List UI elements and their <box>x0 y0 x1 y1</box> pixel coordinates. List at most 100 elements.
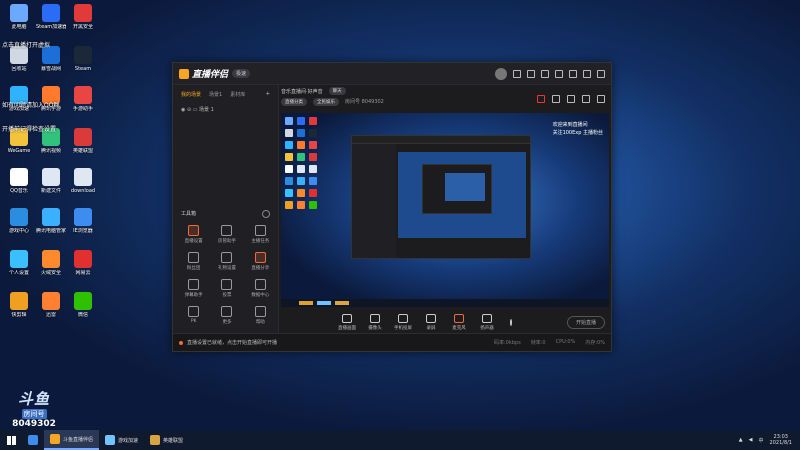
tool-button[interactable]: 粉丝团 <box>177 252 210 271</box>
source-button[interactable]: 扬声器 <box>477 313 497 331</box>
ime-icon[interactable]: 中 <box>759 437 764 444</box>
tool-label: 粉丝团 <box>186 266 201 271</box>
bell-icon[interactable] <box>582 95 590 103</box>
title-bar[interactable]: 直播伴侣 极速 <box>173 63 611 85</box>
desktop-icon[interactable]: 游戏中心 <box>4 208 34 234</box>
close-icon[interactable] <box>597 69 605 78</box>
preview-icon <box>285 141 293 149</box>
desktop-icon[interactable]: 新建文件 <box>36 168 66 194</box>
desktop-icon[interactable]: QQ音乐 <box>4 168 34 194</box>
avatar[interactable] <box>495 67 507 80</box>
preview-overlay: 欢迎来到直播间 关注100Exp 主播粉丝 <box>553 121 603 137</box>
desktop-icon[interactable]: 手游助手 <box>68 86 98 112</box>
lock-icon[interactable] <box>552 95 560 103</box>
desktop-icon[interactable]: download <box>68 168 98 194</box>
source-button[interactable]: 摄像头 <box>365 313 385 331</box>
watermark: 斗鱼 房间号 8049302 <box>6 388 62 429</box>
stream-preview[interactable]: 欢迎来到直播间 关注100Exp 主播粉丝 <box>281 113 609 307</box>
desktop-icon-label: 开黑安全 <box>72 24 93 30</box>
source-button[interactable]: 手机投屏 <box>393 313 413 331</box>
desktop-icon[interactable]: 微信 <box>68 292 98 318</box>
maximize-icon[interactable] <box>583 69 591 78</box>
go-live-button[interactable]: 开始直播 <box>566 315 605 329</box>
desktop-icon[interactable]: 开黑安全 <box>68 4 98 30</box>
message-icon[interactable] <box>513 69 521 78</box>
desktop-icon[interactable]: 火绒安全 <box>36 250 66 276</box>
wifi-icon[interactable]: ▲ <box>739 437 743 443</box>
desktop-icon[interactable]: 腾讯电脑管家 <box>36 208 66 234</box>
add-icon[interactable]: + <box>266 91 270 98</box>
stream-tag[interactable]: 聊天 <box>328 87 346 95</box>
record-icon[interactable] <box>537 95 545 103</box>
desktop-icon[interactable]: 个人设置 <box>4 250 34 276</box>
desktop-icon-label: 游戏中心 <box>8 228 29 234</box>
minimize-icon[interactable] <box>569 69 577 78</box>
overlay-line: 关注100Exp 主播粉丝 <box>552 130 603 136</box>
start-button[interactable] <box>0 430 22 450</box>
overlay-line: 欢迎来到直播间 <box>552 122 588 128</box>
taskbar-item[interactable]: 英雄联盟 <box>144 430 189 450</box>
menu-icon[interactable] <box>555 69 563 78</box>
desktop-icon-label: 手游助手 <box>72 106 93 112</box>
tool-button[interactable]: 房管助手 <box>210 225 243 244</box>
desktop-icon[interactable]: 暴雪战网 <box>36 46 66 72</box>
app-logo-icon <box>179 68 189 79</box>
clock[interactable]: 23:03 2021/8/1 <box>770 434 792 446</box>
app-icon <box>150 435 161 445</box>
skin-icon[interactable] <box>541 69 549 78</box>
tool-label: 投票 <box>222 293 232 298</box>
preview-icon <box>285 129 293 137</box>
tab-scene[interactable]: 场景1 <box>209 91 222 98</box>
status-bar: 直播设置已就绪，点击开始直播即可开播 码率:0kbps 帧率:0 CPU:0% … <box>173 333 611 351</box>
tab-my-scenes[interactable]: 我的场景 <box>181 91 201 98</box>
tool-button[interactable]: 礼物设置 <box>210 252 243 271</box>
taskbar-ie[interactable] <box>22 430 44 450</box>
preview-icon <box>309 153 317 161</box>
desktop-icon[interactable]: 回收站 <box>4 46 34 72</box>
monitor-icon[interactable] <box>527 69 535 78</box>
desktop-icon[interactable]: 网易云 <box>68 250 98 276</box>
desktop-icon-label: QQ音乐 <box>10 188 28 194</box>
tool-button[interactable]: 投票 <box>210 279 243 298</box>
volume-icon[interactable]: ◀ <box>749 437 753 443</box>
tool-button[interactable]: 帮助 <box>244 306 277 325</box>
source-button[interactable]: 录屏 <box>421 313 441 331</box>
source-button[interactable]: 直播画面 <box>337 313 357 331</box>
taskbar-item-label: 英雄联盟 <box>163 437 184 444</box>
desktop-icon[interactable]: IE浏览器 <box>68 208 98 234</box>
stream-info: 音乐直播间·好声音 聊天 直播分类 全民娱乐 房间号 8049302 <box>281 87 605 111</box>
scene-item[interactable]: ◉ ⊝ ▭ 场景 1 <box>173 104 278 115</box>
tool-button[interactable]: 直播设置 <box>177 225 210 244</box>
download-icon <box>42 292 60 310</box>
desktop-icon[interactable]: Steam加速器 <box>36 4 66 30</box>
source-button[interactable]: 麦克风 <box>449 313 469 331</box>
stream-title[interactable]: 音乐直播间·好声音 <box>281 88 323 95</box>
desktop-icon[interactable]: Steam <box>68 46 98 72</box>
share-upload-icon[interactable] <box>567 95 575 103</box>
preview-icon <box>285 165 293 173</box>
windows-icon <box>6 435 16 445</box>
category-value[interactable]: 全民娱乐 <box>313 98 339 106</box>
taskbar-item[interactable]: 斗鱼直播伴侣 <box>44 430 100 450</box>
desktop-icon[interactable]: 迅雷 <box>36 292 66 318</box>
desktop-icon-label: 个人设置 <box>8 270 29 276</box>
tool-button[interactable]: 主播任务 <box>244 225 277 244</box>
live-companion-window[interactable]: 直播伴侣 极速 我的场景 场景1 素材库 + ◉ ⊝ ▭ 场景 1 工具箱 直播… <box>172 62 612 352</box>
tool-button[interactable]: 数据中心 <box>244 279 277 298</box>
refresh-icon[interactable] <box>262 210 270 218</box>
settings-icon[interactable] <box>501 318 521 326</box>
preview-icon <box>297 201 305 209</box>
desktop-icon[interactable]: 英雄联盟 <box>68 128 98 154</box>
desktop-icon-label: 英雄联盟 <box>72 148 93 154</box>
room-number: 房间号 8049302 <box>345 99 384 105</box>
tool-button[interactable]: 弹幕助手 <box>177 279 210 298</box>
desktop-icon[interactable]: 快剪辑 <box>4 292 34 318</box>
tool-button[interactable]: 更多 <box>210 306 243 325</box>
tool-button[interactable]: 直播分享 <box>244 252 277 271</box>
share-icon[interactable] <box>597 95 605 103</box>
tool-button[interactable]: PK <box>177 306 210 325</box>
tab-assets[interactable]: 素材库 <box>230 91 245 98</box>
mode-badge[interactable]: 极速 <box>232 69 251 78</box>
taskbar-item[interactable]: 游戏加速 <box>99 430 144 450</box>
desktop-icon[interactable]: 此电脑 <box>4 4 34 30</box>
